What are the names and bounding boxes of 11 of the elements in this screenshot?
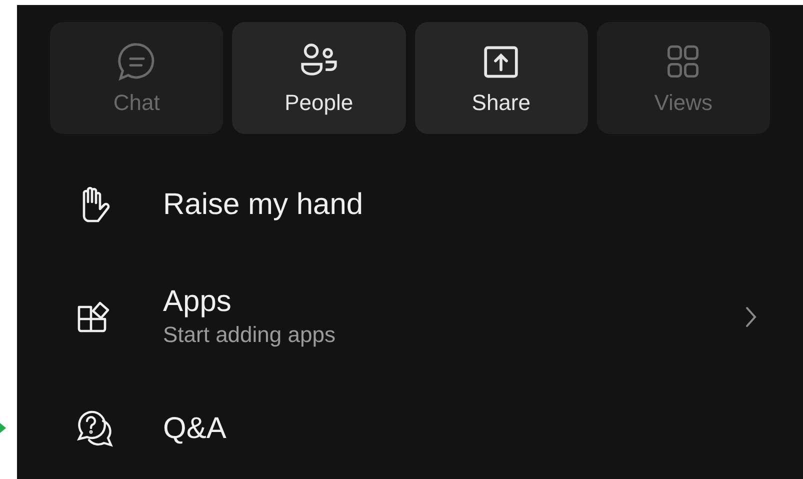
menu-item-title: Q&A [163, 411, 228, 447]
menu-item-subtitle: Start adding apps [163, 321, 336, 349]
menu-item[interactable]: Q&A [50, 373, 770, 479]
question-bubble-icon [74, 409, 114, 449]
menu-item-title: Apps [163, 284, 232, 320]
menu-item[interactable]: Raise my hand [50, 149, 770, 261]
menu-item-title: Raise my hand [163, 187, 364, 223]
menu-item[interactable]: Apps Start adding apps [50, 261, 770, 373]
action-button[interactable]: Share [414, 22, 588, 134]
pointer-icon [0, 423, 6, 433]
action-button[interactable]: People [232, 22, 406, 134]
